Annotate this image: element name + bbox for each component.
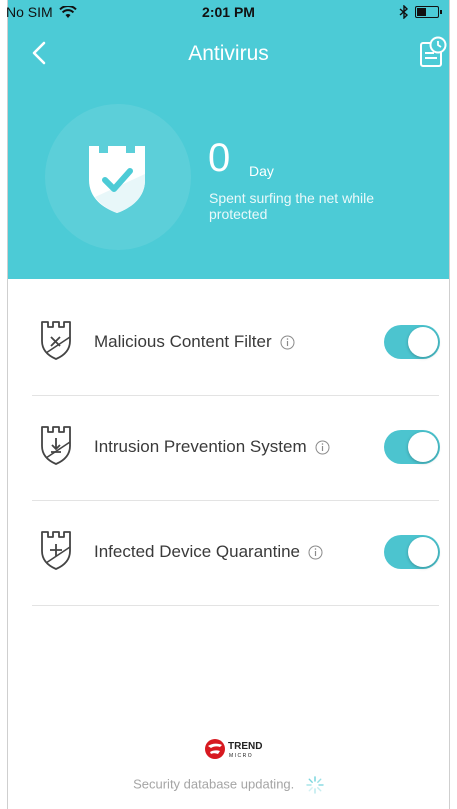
toggle-knob	[408, 432, 438, 462]
loading-spinner-icon	[306, 776, 324, 794]
feature-label: Intrusion Prevention System	[94, 437, 307, 456]
feature-row-intrusion-prevention: Intrusion Prevention System	[32, 396, 440, 501]
logo-text: TREND	[228, 741, 262, 752]
status-bar: No SIM 2:01 PM	[0, 0, 457, 24]
toggle-knob	[408, 537, 438, 567]
shield-plus-icon	[41, 531, 71, 570]
status-right	[399, 5, 442, 19]
frame-border-right	[449, 0, 450, 809]
info-icon[interactable]	[308, 545, 323, 560]
status-time: 2:01 PM	[202, 4, 255, 20]
protected-days-unit: Day	[249, 163, 274, 179]
info-icon[interactable]	[315, 440, 330, 455]
shield-download-icon	[41, 426, 71, 465]
toggle-knob	[408, 327, 438, 357]
shield-x-icon	[41, 321, 71, 360]
feature-label-wrap: Malicious Content Filter	[94, 332, 295, 352]
battery-icon	[415, 6, 442, 18]
protected-days-value: 0	[208, 136, 231, 180]
feature-list: Malicious Content Filter Intrusion Preve…	[32, 291, 440, 606]
page-title: Antivirus	[188, 42, 269, 65]
history-log-button[interactable]	[418, 35, 448, 69]
feature-row-malicious-content-filter: Malicious Content Filter	[32, 291, 440, 396]
feature-row-infected-device-quarantine: Infected Device Quarantine	[32, 501, 440, 606]
bluetooth-icon	[399, 5, 409, 19]
trend-micro-logo: TREND MICRO	[205, 739, 262, 759]
protected-days-caption: Spent surfing the net while protected	[209, 190, 374, 222]
info-icon[interactable]	[280, 335, 295, 350]
shield-check-icon	[89, 146, 145, 213]
feature-label-wrap: Infected Device Quarantine	[94, 542, 323, 562]
database-status-text: Security database updating.	[133, 776, 295, 792]
logo-subtext: MICRO	[229, 753, 253, 759]
infected-device-quarantine-toggle[interactable]	[384, 535, 440, 569]
feature-label: Infected Device Quarantine	[94, 542, 301, 561]
intrusion-prevention-toggle[interactable]	[384, 430, 440, 464]
footer-status: Security database updating.	[0, 776, 457, 794]
malicious-content-filter-toggle[interactable]	[384, 325, 440, 359]
feature-label-wrap: Intrusion Prevention System	[94, 437, 330, 457]
feature-label: Malicious Content Filter	[94, 332, 272, 351]
